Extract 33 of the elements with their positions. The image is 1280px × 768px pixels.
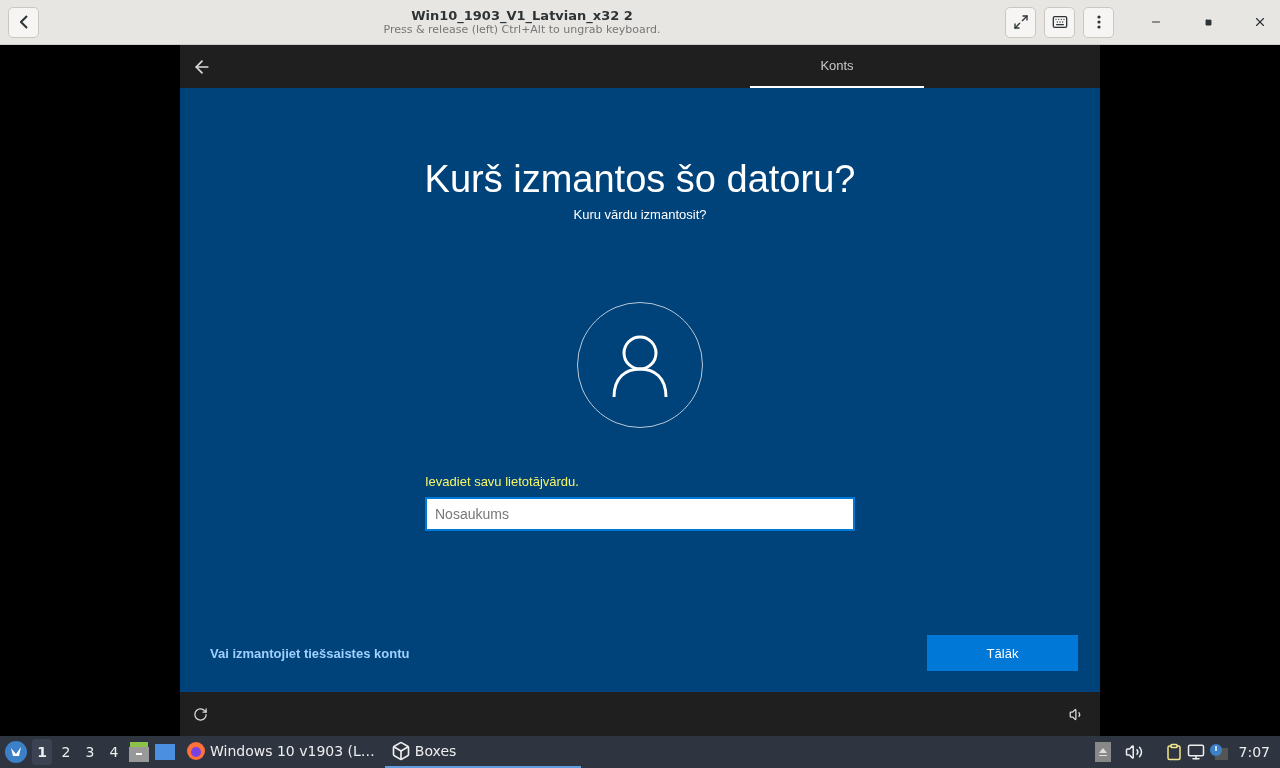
username-field[interactable]: Nosaukums: [425, 497, 855, 531]
page-subheading: Kuru vārdu izmantosit?: [573, 207, 707, 222]
boxes-icon: [390, 741, 411, 761]
notification-icon[interactable]: [1208, 743, 1229, 761]
browser-icon: [186, 741, 206, 761]
input-prompt: Ievadiet savu lietotājvārdu.: [425, 474, 580, 489]
keyboard-icon: [1051, 14, 1068, 30]
start-menu-icon[interactable]: [4, 740, 28, 764]
keyboard-button[interactable]: [1044, 6, 1075, 38]
taskbar-window-button[interactable]: Windows 10 v1903 (L…: [180, 736, 381, 768]
page-heading: Kurš izmantos šo datoru?: [424, 158, 856, 201]
back-icon: [19, 15, 28, 29]
close-icon: [1253, 15, 1267, 29]
maximize-icon: [1204, 18, 1212, 26]
workspace-button[interactable]: 2: [56, 739, 76, 765]
workspace-button[interactable]: 3: [80, 739, 100, 765]
back-button[interactable]: [8, 6, 39, 38]
workspace-button[interactable]: 4: [104, 739, 124, 765]
fullscreen-icon: [1012, 14, 1029, 30]
window-subtitle: Press & release (left) Ctrl+Alt to ungrab keyboard.: [383, 23, 661, 36]
online-account-link[interactable]: Vai izmantojiet tiešsaistes kontu: [210, 645, 410, 661]
volume-icon[interactable]: [1124, 743, 1143, 761]
next-button[interactable]: Tālāk: [927, 635, 1078, 671]
eject-icon[interactable]: [1094, 742, 1111, 762]
clock[interactable]: 7:07: [1238, 744, 1270, 760]
menu-icon: [1096, 15, 1101, 29]
workspace-button[interactable]: 1: [32, 739, 52, 765]
taskbar-window-button[interactable]: Boxes: [384, 736, 581, 768]
file-cabinet-icon[interactable]: [128, 742, 150, 762]
window-title: Win10_1903_V1_Latvian_x32 2: [411, 8, 633, 23]
clipboard-icon[interactable]: [1164, 743, 1183, 761]
desktop-icon[interactable]: [154, 743, 176, 761]
fullscreen-button[interactable]: [1005, 6, 1036, 38]
